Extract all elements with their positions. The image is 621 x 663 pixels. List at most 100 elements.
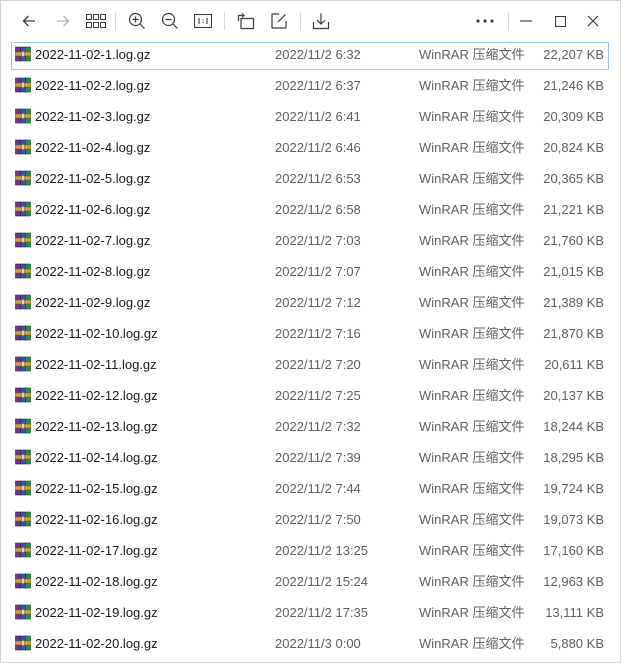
file-row[interactable]: 2022-11-02-11.log.gz 2022/11/2 7:20 WinR…	[9, 352, 609, 383]
winrar-archive-icon	[15, 46, 31, 62]
file-size: 20,309 KB	[543, 109, 604, 124]
winrar-archive-icon	[15, 77, 31, 93]
file-row[interactable]: 2022-11-02-17.log.gz 2022/11/2 13:25 Win…	[9, 538, 609, 569]
winrar-archive-icon	[15, 542, 31, 558]
winrar-archive-icon	[15, 573, 31, 589]
minimize-icon[interactable]	[514, 9, 538, 33]
file-row[interactable]: 2022-11-02-12.log.gz 2022/11/2 7:25 WinR…	[9, 383, 609, 414]
toolbar-divider	[300, 12, 301, 30]
file-size: 20,824 KB	[543, 140, 604, 155]
file-modified-date: 2022/11/2 7:50	[275, 512, 361, 527]
winrar-archive-icon	[15, 418, 31, 434]
file-name: 2022-11-02-3.log.gz	[35, 109, 151, 124]
file-modified-date: 2022/11/2 6:53	[275, 171, 361, 186]
file-name: 2022-11-02-14.log.gz	[35, 450, 158, 465]
file-type: WinRAR 压缩文件	[419, 481, 525, 496]
file-row[interactable]: 2022-11-02-10.log.gz 2022/11/2 7:16 WinR…	[9, 321, 609, 352]
file-row[interactable]: 2022-11-02-2.log.gz 2022/11/2 6:37 WinRA…	[9, 73, 609, 104]
file-size: 12,963 KB	[543, 574, 604, 589]
file-size: 21,870 KB	[543, 326, 604, 341]
winrar-archive-icon	[15, 604, 31, 620]
winrar-archive-icon	[15, 232, 31, 248]
file-modified-date: 2022/11/2 7:25	[275, 388, 361, 403]
file-size: 17,160 KB	[543, 543, 604, 558]
edit-icon[interactable]	[267, 9, 291, 33]
file-modified-date: 2022/11/2 6:58	[275, 202, 361, 217]
file-type: WinRAR 压缩文件	[419, 326, 525, 341]
winrar-archive-icon	[15, 449, 31, 465]
file-type: WinRAR 压缩文件	[419, 636, 525, 651]
toolbar-divider	[224, 12, 225, 30]
file-size: 20,611 KB	[544, 357, 604, 372]
file-name: 2022-11-02-12.log.gz	[35, 388, 158, 403]
file-size: 18,295 KB	[543, 450, 604, 465]
file-type: WinRAR 压缩文件	[419, 388, 525, 403]
file-size: 20,365 KB	[543, 171, 604, 186]
actual-size-icon[interactable]	[191, 9, 215, 33]
file-row[interactable]: 2022-11-02-16.log.gz 2022/11/2 7:50 WinR…	[9, 507, 609, 538]
close-icon[interactable]	[581, 9, 605, 33]
file-modified-date: 2022/11/2 13:25	[275, 543, 369, 558]
file-name: 2022-11-02-8.log.gz	[35, 264, 151, 279]
forward-arrow-icon[interactable]	[51, 9, 75, 33]
file-name: 2022-11-02-5.log.gz	[35, 171, 151, 186]
more-icon[interactable]	[473, 9, 497, 33]
zoom-in-icon[interactable]	[125, 9, 149, 33]
maximize-icon[interactable]	[548, 9, 572, 33]
file-row[interactable]: 2022-11-02-15.log.gz 2022/11/2 7:44 WinR…	[9, 476, 609, 507]
file-row[interactable]: 2022-11-02-7.log.gz 2022/11/2 7:03 WinRA…	[9, 228, 609, 259]
file-type: WinRAR 压缩文件	[419, 171, 525, 186]
file-type: WinRAR 压缩文件	[419, 450, 525, 465]
file-modified-date: 2022/11/2 7:32	[275, 419, 361, 434]
file-name: 2022-11-02-9.log.gz	[35, 295, 151, 310]
file-name: 2022-11-02-16.log.gz	[35, 512, 158, 527]
file-type: WinRAR 压缩文件	[419, 140, 525, 155]
file-row[interactable]: 2022-11-02-5.log.gz 2022/11/2 6:53 WinRA…	[9, 166, 609, 197]
file-type: WinRAR 压缩文件	[419, 295, 525, 310]
file-modified-date: 2022/11/2 7:44	[275, 481, 361, 496]
file-type: WinRAR 压缩文件	[419, 512, 525, 527]
viewer-window: 2022-11-02-1.log.gz 2022/11/2 6:32 WinRA…	[0, 0, 621, 663]
file-row[interactable]: 2022-11-02-3.log.gz 2022/11/2 6:41 WinRA…	[9, 104, 609, 135]
file-row[interactable]: 2022-11-02-14.log.gz 2022/11/2 7:39 WinR…	[9, 445, 609, 476]
file-size: 18,244 KB	[543, 419, 604, 434]
file-row[interactable]: 2022-11-02-1.log.gz 2022/11/2 6:32 WinRA…	[9, 42, 609, 73]
rotate-icon[interactable]	[234, 9, 258, 33]
file-modified-date: 2022/11/2 15:24	[275, 574, 369, 589]
file-row[interactable]: 2022-11-02-4.log.gz 2022/11/2 6:46 WinRA…	[9, 135, 609, 166]
file-type: WinRAR 压缩文件	[419, 605, 525, 620]
file-row[interactable]: 2022-11-02-9.log.gz 2022/11/2 7:12 WinRA…	[9, 290, 609, 321]
back-arrow-icon[interactable]	[17, 9, 41, 33]
file-type: WinRAR 压缩文件	[419, 419, 525, 434]
file-type: WinRAR 压缩文件	[419, 233, 525, 248]
file-row[interactable]: 2022-11-02-6.log.gz 2022/11/2 6:58 WinRA…	[9, 197, 609, 228]
file-name: 2022-11-02-6.log.gz	[35, 202, 151, 217]
file-type: WinRAR 压缩文件	[419, 264, 525, 279]
file-size: 22,207 KB	[543, 47, 604, 62]
grid-view-icon[interactable]	[84, 9, 108, 33]
file-modified-date: 2022/11/2 7:16	[275, 326, 361, 341]
file-size: 21,760 KB	[543, 233, 604, 248]
file-row[interactable]: 2022-11-02-20.log.gz 2022/11/3 0:00 WinR…	[9, 631, 609, 662]
zoom-out-icon[interactable]	[158, 9, 182, 33]
file-name: 2022-11-02-1.log.gz	[35, 47, 151, 62]
file-size: 20,137 KB	[543, 388, 604, 403]
file-row[interactable]: 2022-11-02-18.log.gz 2022/11/2 15:24 Win…	[9, 569, 609, 600]
file-size: 19,724 KB	[543, 481, 604, 496]
file-type: WinRAR 压缩文件	[419, 574, 525, 589]
file-row[interactable]: 2022-11-02-8.log.gz 2022/11/2 7:07 WinRA…	[9, 259, 609, 290]
file-name: 2022-11-02-15.log.gz	[35, 481, 158, 496]
winrar-archive-icon	[15, 139, 31, 155]
file-row[interactable]: 2022-11-02-13.log.gz 2022/11/2 7:32 WinR…	[9, 414, 609, 445]
winrar-archive-icon	[15, 170, 31, 186]
file-name: 2022-11-02-19.log.gz	[35, 605, 158, 620]
file-type: WinRAR 压缩文件	[419, 543, 525, 558]
download-icon[interactable]	[309, 9, 333, 33]
toolbar	[1, 1, 620, 41]
file-name: 2022-11-02-17.log.gz	[35, 543, 158, 558]
file-name: 2022-11-02-20.log.gz	[35, 636, 158, 651]
file-modified-date: 2022/11/2 6:46	[275, 140, 361, 155]
file-row[interactable]: 2022-11-02-19.log.gz 2022/11/2 17:35 Win…	[9, 600, 609, 631]
file-size: 21,246 KB	[543, 78, 604, 93]
file-modified-date: 2022/11/2 6:41	[275, 109, 361, 124]
